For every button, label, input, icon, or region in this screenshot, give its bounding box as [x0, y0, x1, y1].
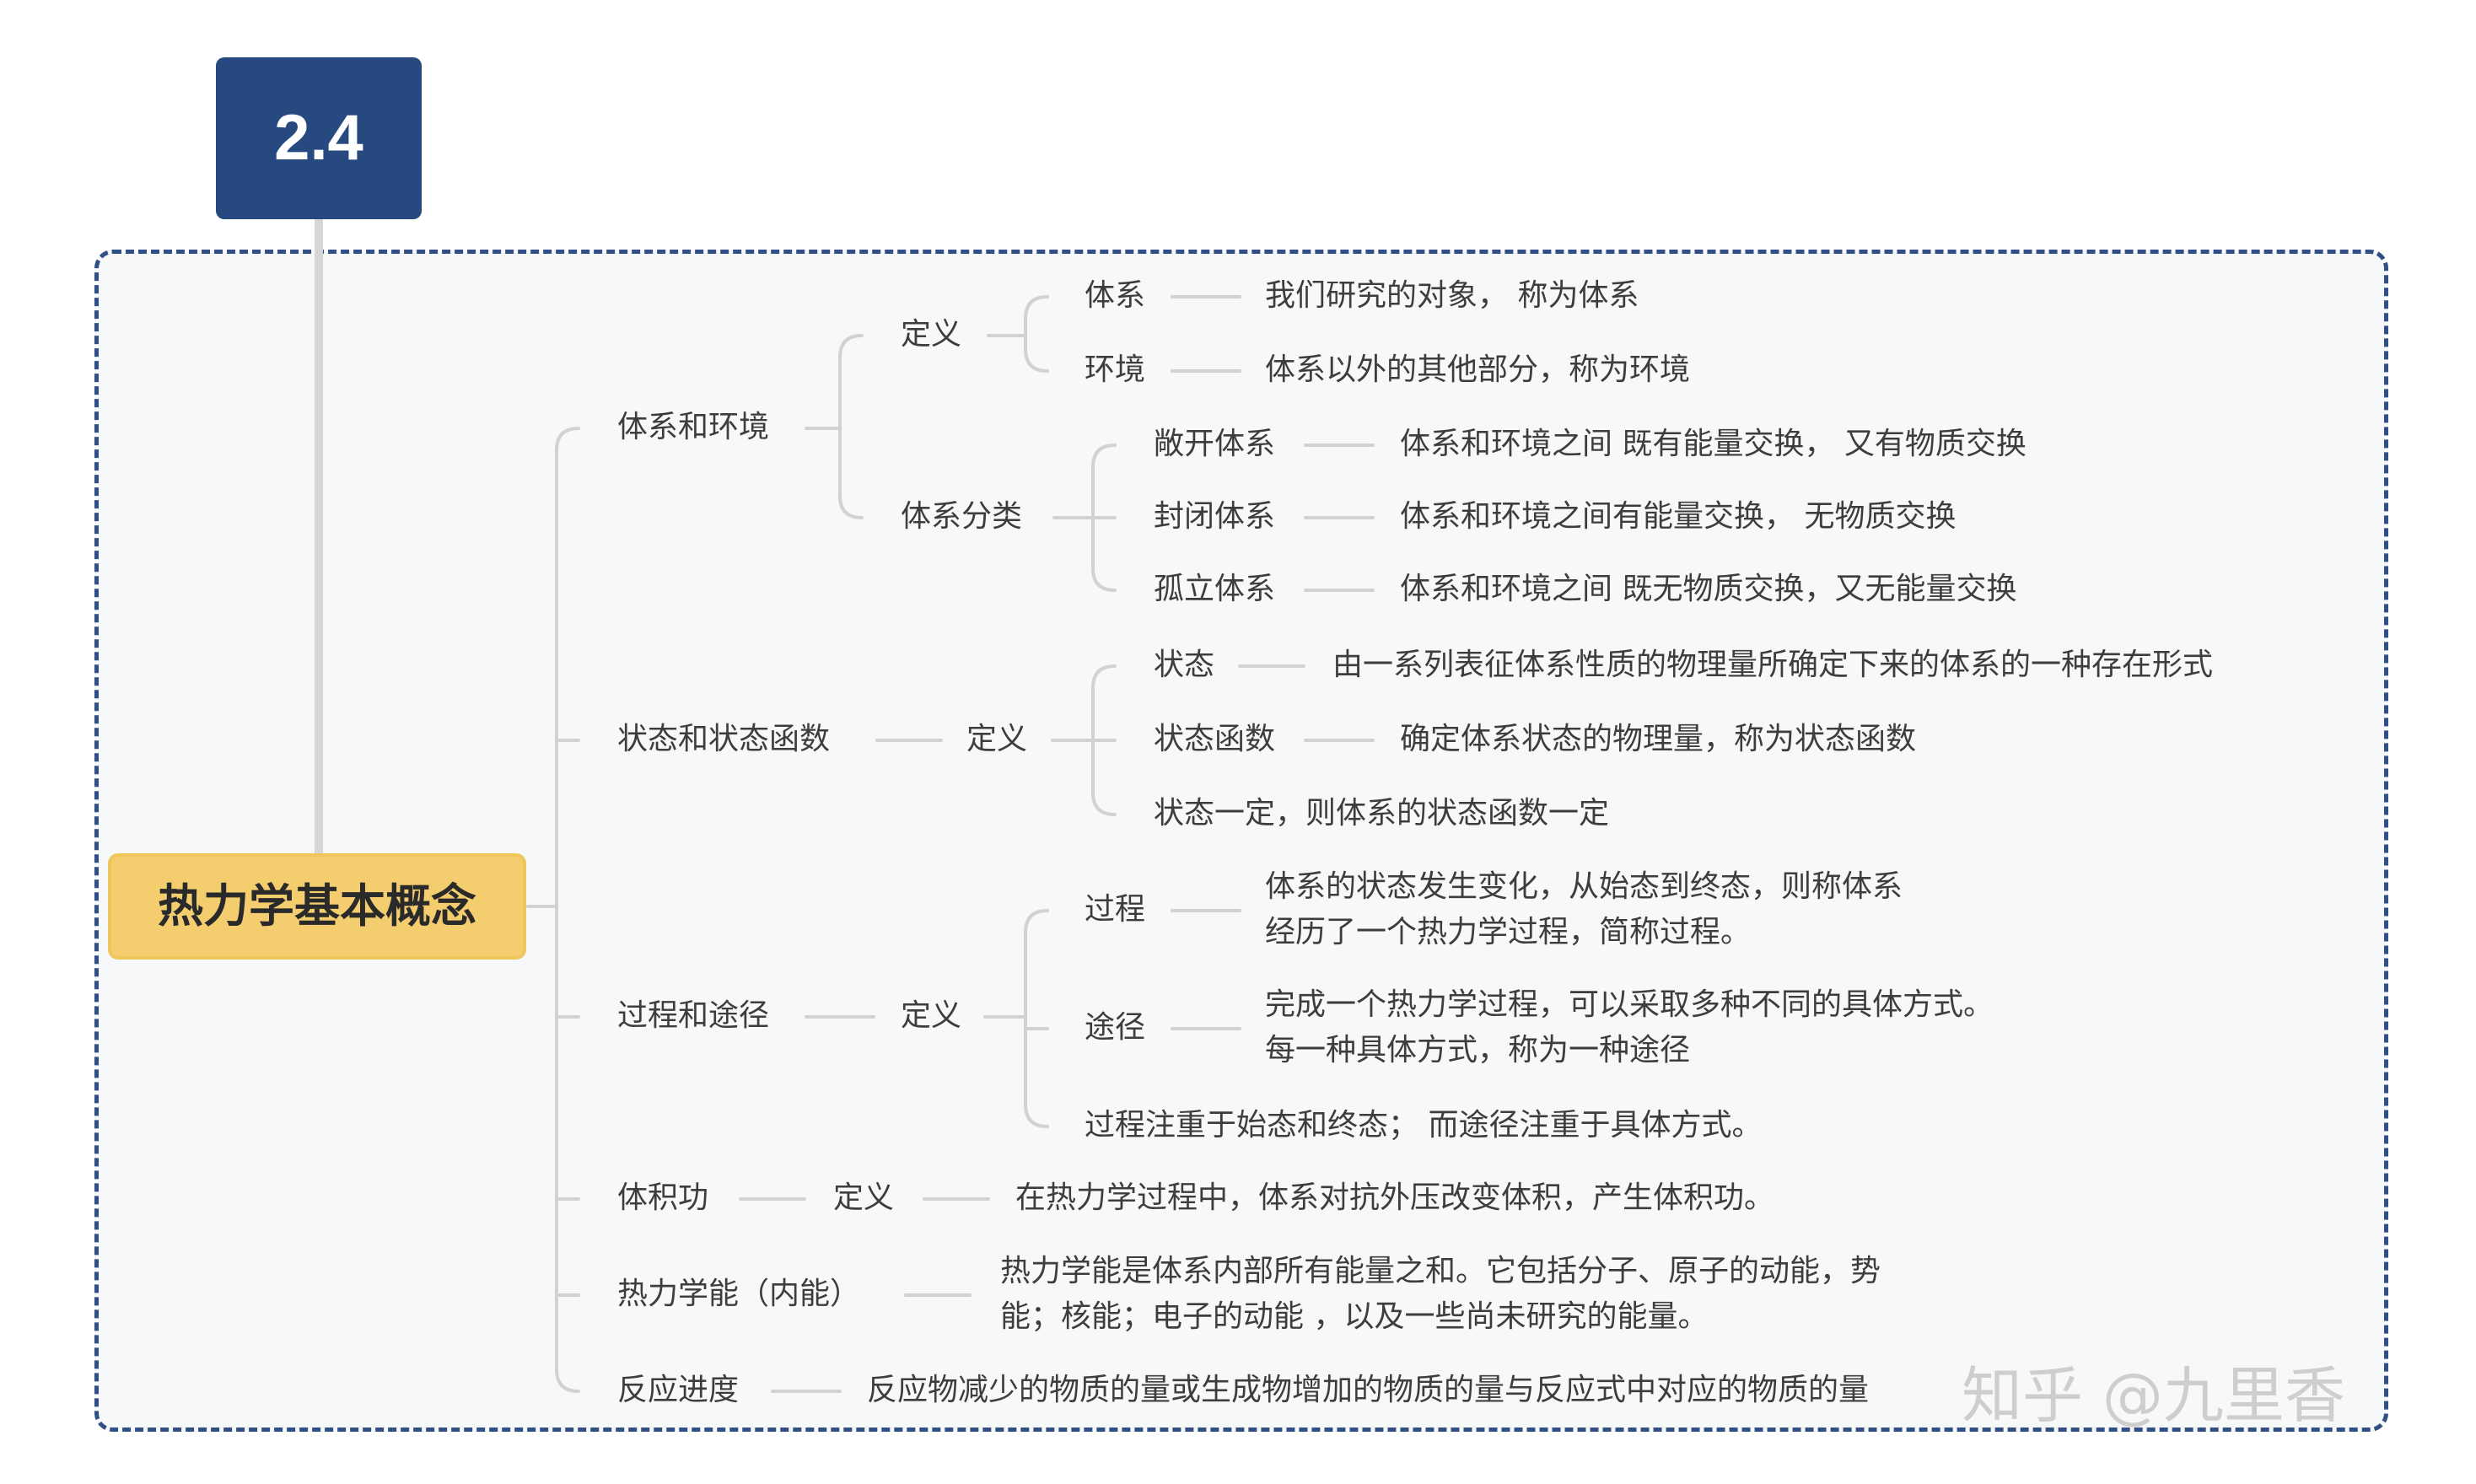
desc-closed-system[interactable]: 体系和环境之间有能量交换， 无物质交换 — [1400, 494, 1956, 540]
topic-volume-work-definition[interactable]: 定义 — [833, 1175, 894, 1221]
desc-isolated-system[interactable]: 体系和环境之间 既无物质交换，又无能量交换 — [1400, 567, 2016, 612]
topic-process-definition[interactable]: 定义 — [901, 993, 961, 1039]
desc-path[interactable]: 完成一个热力学过程，可以采取多种不同的具体方式。 每一种具体方式，称为一种途径 — [1265, 982, 1994, 1073]
term-closed-system[interactable]: 封闭体系 — [1154, 494, 1275, 540]
topic-system-classification[interactable]: 体系分类 — [901, 494, 1022, 540]
desc-state[interactable]: 由一系列表征体系性质的物理量所确定下来的体系的一种存在形式 — [1332, 643, 2213, 688]
root-topic[interactable]: 热力学基本概念 — [108, 853, 526, 960]
desc-state-function[interactable]: 确定体系状态的物理量，称为状态函数 — [1400, 717, 1916, 762]
section-number-tag: 2.4 — [216, 57, 422, 219]
desc-environment[interactable]: 体系以外的其他部分，称为环境 — [1265, 347, 1690, 393]
term-environment[interactable]: 环境 — [1085, 347, 1145, 393]
topic-state-and-state-function[interactable]: 状态和状态函数 — [617, 717, 830, 762]
topic-process-and-path[interactable]: 过程和途径 — [617, 993, 769, 1039]
topic-internal-energy[interactable]: 热力学能（内能） — [617, 1272, 860, 1317]
topic-system-and-environment[interactable]: 体系和环境 — [617, 405, 769, 450]
term-process[interactable]: 过程 — [1085, 887, 1145, 933]
desc-internal-energy[interactable]: 热力学能是体系内部所有能量之和。它包括分子、原子的动能，势 能；核能；电子的动能… — [1000, 1249, 1881, 1340]
note-state-determined[interactable]: 状态一定，则体系的状态函数一定 — [1154, 791, 1609, 836]
main-trunk — [555, 427, 580, 1393]
desc-volume-work[interactable]: 在热力学过程中，体系对抗外压改变体积，产生体积功。 — [1015, 1175, 1774, 1221]
term-state[interactable]: 状态 — [1154, 643, 1214, 688]
topic-system-env-definition[interactable]: 定义 — [901, 312, 961, 358]
topic-reaction-extent[interactable]: 反应进度 — [617, 1368, 739, 1413]
desc-reaction-extent[interactable]: 反应物减少的物质的量或生成物增加的物质的量与反应式中对应的物质的量 — [867, 1368, 1869, 1413]
term-isolated-system[interactable]: 孤立体系 — [1154, 567, 1275, 612]
term-system[interactable]: 体系 — [1085, 273, 1145, 319]
term-open-system[interactable]: 敞开体系 — [1154, 422, 1275, 467]
desc-process[interactable]: 体系的状态发生变化，从始态到终态，则称体系 经历了一个热力学过程，简称过程。 — [1265, 864, 1903, 955]
term-state-function[interactable]: 状态函数 — [1154, 717, 1275, 762]
topic-state-definition[interactable]: 定义 — [966, 717, 1027, 762]
desc-open-system[interactable]: 体系和环境之间 既有能量交换， 又有物质交换 — [1400, 422, 2027, 467]
note-process-vs-path[interactable]: 过程注重于始态和终态； 而途径注重于具体方式。 — [1085, 1103, 1762, 1148]
zhihu-watermark: 知乎 @九里香 — [1962, 1360, 2345, 1431]
term-path[interactable]: 途径 — [1085, 1005, 1145, 1051]
mind-map: 2.4 热力学基本概念 体系和环境 定义 体系 我们研究的对象， 称为体系 环境… — [0, 0, 2476, 1484]
topic-volume-work[interactable]: 体积功 — [617, 1175, 708, 1221]
desc-system[interactable]: 我们研究的对象， 称为体系 — [1265, 273, 1639, 319]
